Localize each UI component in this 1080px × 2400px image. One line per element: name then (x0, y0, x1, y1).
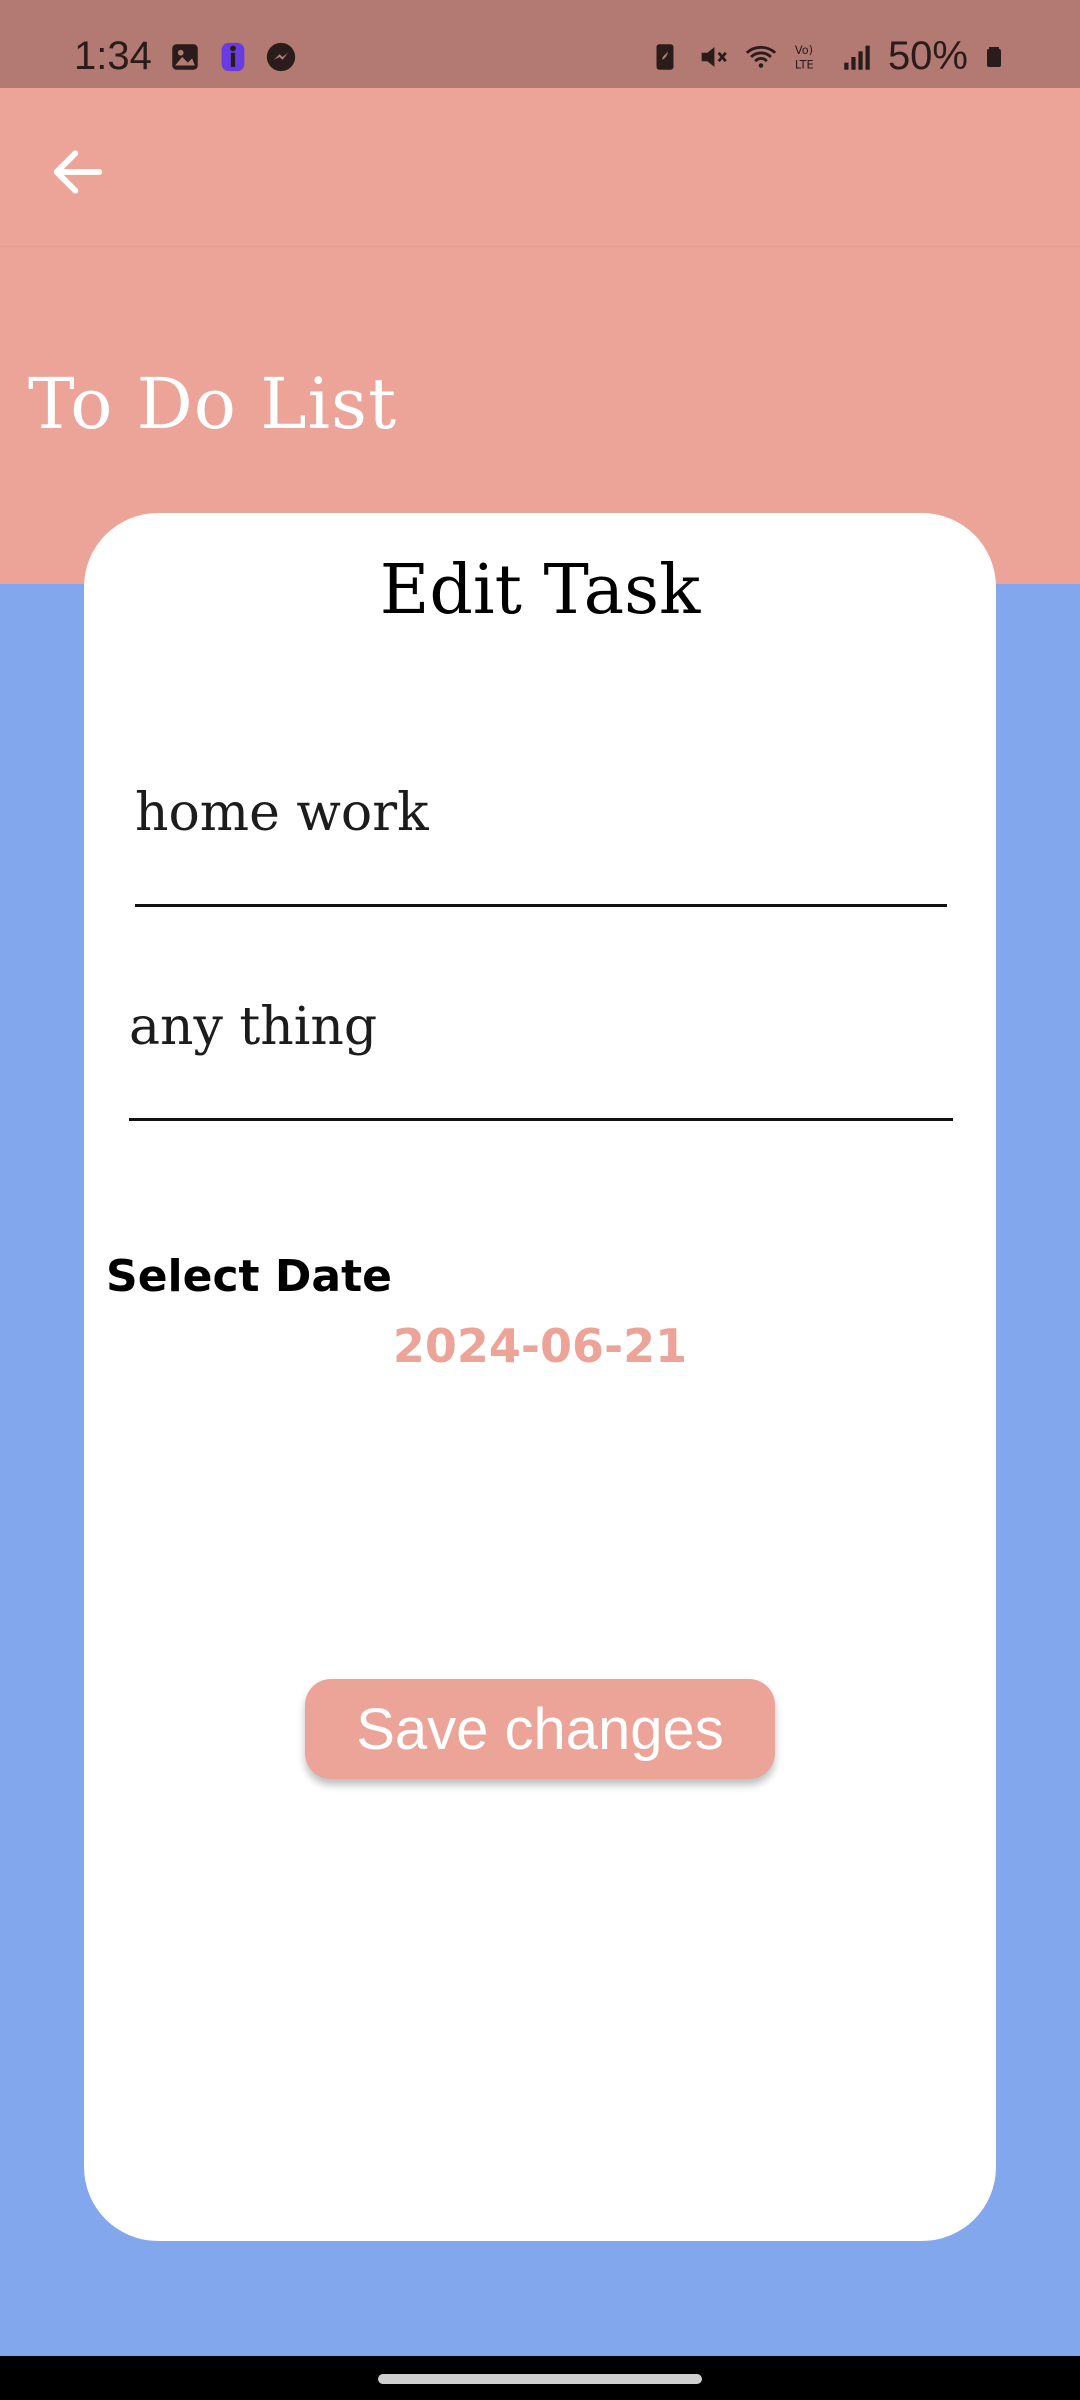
signal-icon (844, 45, 870, 70)
mute-icon (701, 46, 727, 67)
task-description-input[interactable] (129, 997, 953, 1057)
arrow-left-icon (53, 150, 103, 194)
battery-icon (987, 46, 1001, 67)
status-bar: 1:34 Vo) LTE 50% (0, 0, 1080, 88)
card-title: Edit Task (379, 551, 701, 630)
task-title-field (135, 763, 947, 907)
status-time: 1:34 (74, 34, 152, 78)
status-left-icons (168, 40, 298, 74)
svg-text:Vo): Vo) (795, 43, 813, 57)
edit-task-card: Edit Task Select Date 2024-06-21 Save ch… (84, 513, 996, 2241)
messenger-icon (266, 42, 296, 72)
task-description-field (129, 977, 953, 1121)
back-button[interactable] (38, 132, 118, 212)
date-value[interactable]: 2024-06-21 (84, 1319, 996, 1373)
wifi-icon (745, 45, 777, 68)
svg-text:LTE: LTE (795, 57, 814, 71)
save-changes-button[interactable]: Save changes (305, 1679, 775, 1779)
status-right: Vo) LTE 50% (648, 34, 1006, 79)
task-title-input[interactable] (135, 783, 947, 843)
page-title: To Do List (28, 363, 398, 445)
app-bar (0, 88, 1080, 246)
home-gesture-handle[interactable] (378, 2374, 702, 2384)
volte-icon: Vo) LTE (795, 43, 814, 71)
battery-saver-icon (656, 43, 674, 70)
accessibility-icon (221, 42, 245, 72)
gallery-icon (172, 44, 198, 70)
battery-percent: 50% (887, 34, 968, 78)
select-date-label: Select Date (106, 1251, 392, 1302)
